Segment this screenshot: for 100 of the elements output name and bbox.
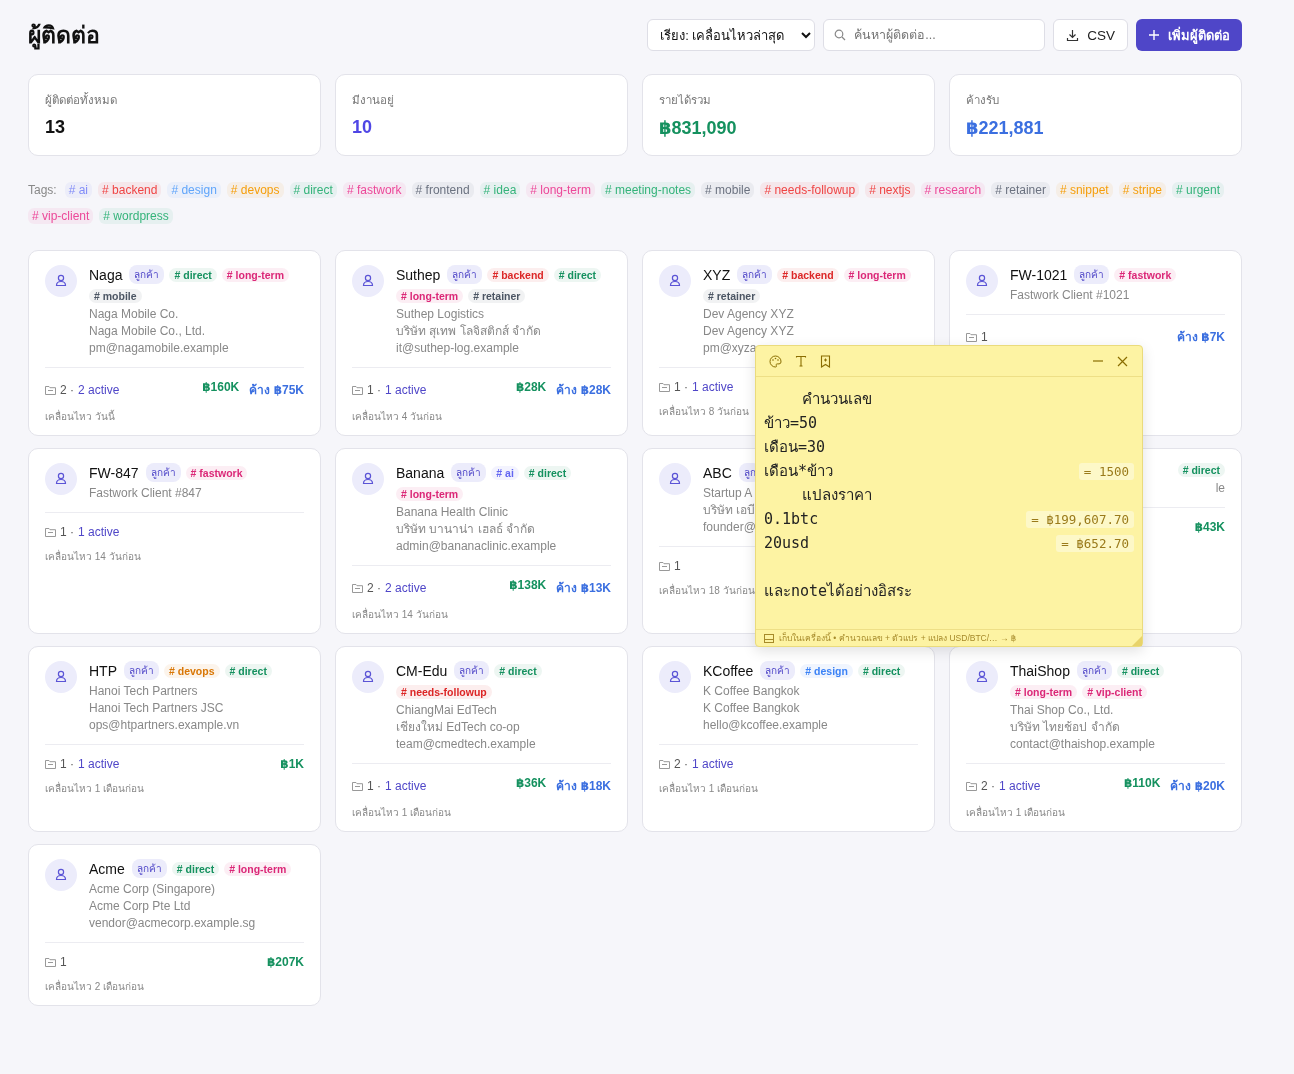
calc-result: = ฿652.70 [1056,534,1134,552]
contact-card[interactable]: Naga ลูกค้า # direct # long-term # mobile Naga Mobile Co. Naga Mobile Co., Ltd. pm@nagamobile.example 2 · 2 active ฿160K ค้าง ฿75K เคลื่อนไหว วันนี้ [28,250,321,436]
stat-label: ผู้ติดต่อทั้งหมด [45,91,118,109]
note-heading: แปลงราคา [802,485,872,506]
revenue-amount: ฿110K [1123,776,1161,792]
folder-icon [45,759,56,769]
active-count: 1 active [385,382,427,397]
contact-detail: บริษัท เอบี [703,502,756,519]
contact-detail: it@suthep-log.example [396,340,519,357]
revenue-amount: ฿160K [202,380,240,396]
contact-detail: Banana Health Clinic [396,504,509,521]
customer-badge: ลูกค้า [451,463,487,482]
contact-tag: # retainer [468,289,526,303]
page-title: ผู้ติดต่อ [28,21,100,52]
csv-export-button[interactable]: CSV [1053,19,1128,51]
contact-name[interactable]: FW-847 [89,464,139,481]
active-count: 1 active [692,757,734,771]
tag-filter[interactable]: # mobile [701,182,755,198]
contact-name[interactable]: Acme [89,860,125,877]
contact-detail: Startup A [703,485,753,502]
folder-icon [45,527,56,537]
contact-detail: K Coffee Bangkok [703,683,800,700]
project-count: 2 · [674,757,688,771]
avatar-icon [45,463,77,495]
folder-icon [659,382,670,392]
contact-name[interactable]: CM-Edu [396,662,448,679]
contact-name[interactable]: ThaiShop [1010,662,1070,679]
contact-name[interactable]: XYZ [703,266,731,283]
contact-tag: # fastwork [1114,267,1177,282]
contact-name[interactable]: Naga [89,266,123,283]
contact-tag: # devops [164,663,220,678]
project-count: 1 [981,329,988,344]
project-count: 2 · [367,580,381,595]
stat-label: ค้างรับ [966,93,1000,108]
revenue-amount: ฿138K [509,578,547,594]
text-format-icon[interactable] [795,355,807,367]
calc-result: = ฿199,607.70 [1026,510,1134,528]
last-activity: เคลื่อนไหว 1 เดือนก่อน [45,781,145,796]
last-activity: เคลื่อนไหว 4 วันก่อน [352,409,443,424]
tag-filter[interactable]: # retainer [991,182,1050,198]
outstanding-amount: ค้าง ฿18K [556,778,611,795]
folder-icon [659,561,670,571]
revenue-amount: ฿207K [266,955,304,969]
contact-name[interactable]: Suthep [396,266,441,283]
contact-card[interactable]: KCoffee ลูกค้า # design # direct K Coffee Bangkok K Coffee Bangkok hello@kcoffee.example 2 · 1 active เคลื่อนไหว 1 เดือนก่อน [642,646,935,832]
add-contact-button[interactable]: เพิ่มผู้ติดต่อ [1136,19,1242,51]
contact-detail: บริษัท ไทยช้อป จำกัด [1010,719,1120,736]
contact-name[interactable]: Banana [396,464,445,481]
stat-value: ฿221,881 [966,117,1045,139]
contact-detail: ops@htpartners.example.vn [89,717,240,734]
note-text: และnoteได้อย่างอิสระ [764,581,913,602]
active-count: 1 active [385,778,427,793]
contact-detail: Fastwork Client #1021 [1010,287,1130,304]
contact-detail: Acme Corp Pte Ltd [89,898,191,915]
contact-card[interactable]: Banana ลูกค้า # ai # direct # long-term Banana Health Clinic บริษัท บานาน่า เฮลธ์ จำกัด admin@bananaclinic.example 2 · 2 active ฿138K ค้าง ฿13K เคลื่อนไหว 14 วันก่อน [335,448,628,634]
contact-name[interactable]: KCoffee [703,662,754,679]
contact-name[interactable]: ABC [703,464,732,481]
contact-card[interactable]: Suthep ลูกค้า # backend # direct # long-term # retainer Suthep Logistics บริษัท สุเทพ โลจิสติกส์ จำกัด it@suthep-log.example 1 · 1 active ฿28K ค้าง ฿28K เคลื่อนไหว 4 วันก่อน [335,250,628,436]
contact-detail: hello@kcoffee.example [703,717,828,734]
project-count: 1 [674,559,681,573]
contact-detail: contact@thaishop.example [1010,736,1155,753]
contact-detail: Naga Mobile Co., Ltd. [89,323,206,340]
contact-detail: founder@ [703,519,756,536]
contact-tag: # direct [1177,463,1225,477]
contact-name[interactable]: HTP [89,662,117,679]
contact-detail: Naga Mobile Co. [89,306,179,323]
sticky-note-dialog[interactable]: คำนวนเลข ข้าว=50 เดือน=30 เดือน*ข้าว = 1500 แปลงราคา 0.1btc = ฿199,607.70 20usd = ฿652.70 และnoteได้อย่างอิสระ เก็บในเครื่องนี้ • คำนวณเลข + ตัวแปร + แปลง USD/BTC/… → ฿ [755,345,1143,647]
project-count: 1 · [367,382,381,397]
contact-detail: Dev Agency XYZ [703,323,794,340]
contact-detail: บริษัท สุเทพ โลจิสติกส์ จำกัด [396,323,541,340]
search-field[interactable]: ค้นหาผู้ติดต่อ... [823,19,1046,51]
active-count: 1 active [78,757,120,771]
folder-icon [352,582,363,593]
folder-icon [45,957,56,967]
contact-detail: Hanoi Tech Partners JSC [89,700,224,717]
contact-tag: # direct [224,663,272,678]
contact-name[interactable]: FW-1021 [1010,266,1068,283]
palette-icon[interactable] [769,354,782,368]
contact-card[interactable]: FW-847 ลูกค้า # fastwork Fastwork Client #847 1 · 1 active เคลื่อนไหว 14 วันก่อน [28,448,321,634]
revenue-amount: ฿1K [280,757,304,771]
customer-badge: ลูกค้า [124,661,159,680]
customer-badge: ลูกค้า [454,661,490,680]
contact-tag: # long-term [396,289,464,303]
contact-card[interactable]: Acme ลูกค้า # direct # long-term Acme Corp (Singapore) Acme Corp Pte Ltd vendor@acmecorp.example.sg 1 ฿207K เคลื่อนไหว 2 เดือนก่อน [28,844,321,1006]
contact-tag: # vip-client [1082,685,1148,699]
close-icon[interactable] [1117,355,1128,367]
contact-card[interactable]: CM-Edu ลูกค้า # direct # needs-followup ChiangMai EdTech เชียงใหม่ EdTech co-op team@cmedtech.example 1 · 1 active ฿36K ค้าง ฿18K เคลื่อนไหว 1 เดือนก่อน [335,646,628,832]
revenue-amount: ฿43K [1194,520,1225,534]
avatar-icon [352,463,384,495]
contact-tag: # backend [777,267,839,282]
contact-card[interactable]: ThaiShop ลูกค้า # direct # long-term # vip-client Thai Shop Co., Ltd. บริษัท ไทยช้อป จำกัด contact@thaishop.example 2 · 1 active ฿110K ค้าง ฿20K เคลื่อนไหว 1 เดือนก่อน [949,646,1242,832]
folder-icon [966,331,977,342]
note-text: 0.1btc [764,510,819,528]
folder-icon [352,384,363,395]
sort-dropdown[interactable]: เรียง: เคลื่อนไหวล่าสุด [647,19,816,51]
project-count: 1 · [60,757,74,771]
customer-badge: ลูกค้า [1076,661,1112,680]
bookmark-icon[interactable] [820,354,831,368]
tag-filter[interactable]: # frontend [411,182,474,198]
contact-card[interactable]: HTP ลูกค้า # devops # direct Hanoi Tech Partners Hanoi Tech Partners JSC ops@htpartners.example.vn 1 · 1 active ฿1K เคลื่อนไหว 1 เดือนก่อน [28,646,321,832]
